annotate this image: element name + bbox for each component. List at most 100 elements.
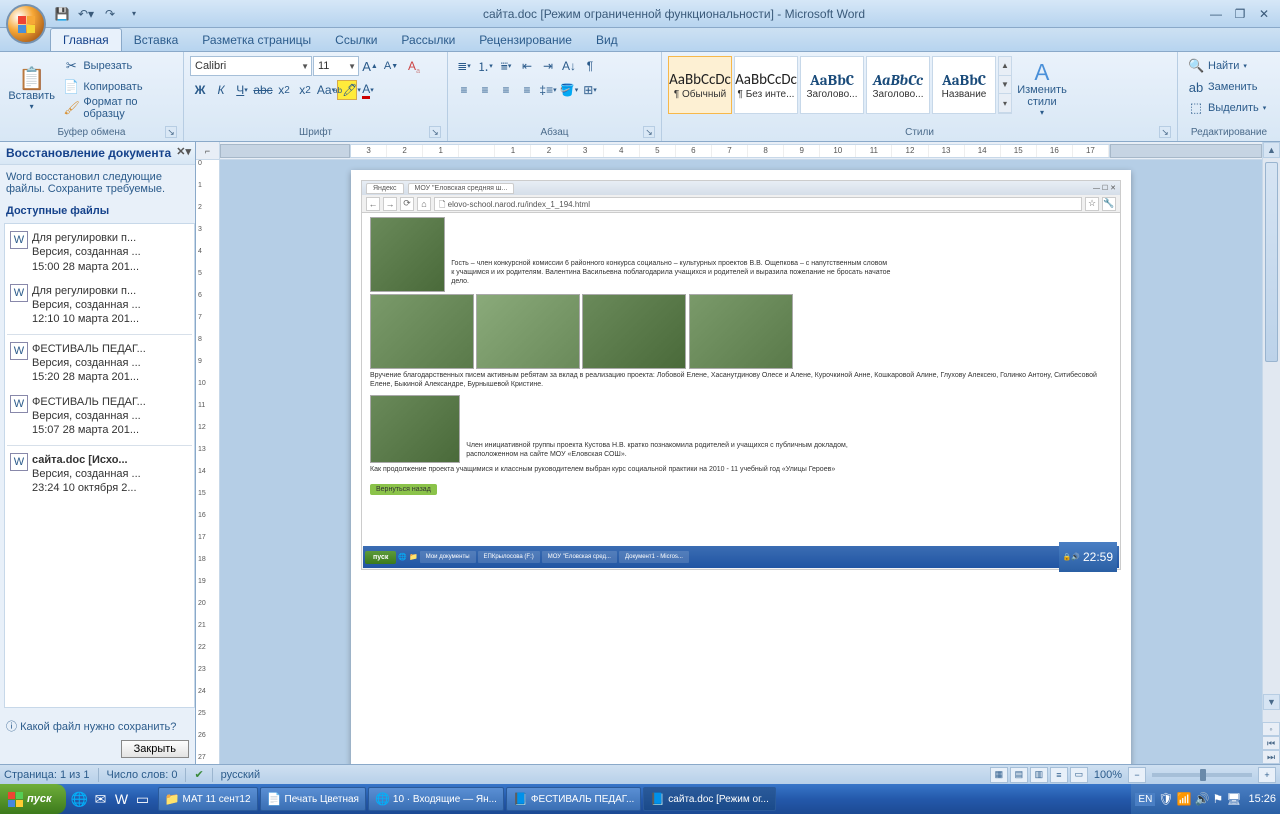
style-nospacing[interactable]: AaBbCcDc¶ Без инте... [734, 56, 798, 114]
ql-word-icon[interactable]: W [112, 787, 132, 811]
font-color-button[interactable]: A▾ [358, 80, 378, 100]
start-button[interactable]: пуск [0, 784, 66, 814]
tray-icon[interactable]: 🛡 [1158, 792, 1173, 806]
grow-font-icon[interactable]: A▲ [360, 56, 380, 76]
recovery-close-button[interactable]: Закрыть [121, 740, 189, 758]
taskbar-item[interactable]: 📘сайта.doc [Режим ог... [643, 787, 776, 811]
view-full-reading[interactable]: ▤ [1010, 767, 1028, 783]
view-draft[interactable]: ▭ [1070, 767, 1088, 783]
para-launcher[interactable]: ↘ [643, 126, 655, 138]
close-button[interactable]: ✕ [1252, 5, 1276, 23]
style-heading2[interactable]: AaBbCcЗаголово... [866, 56, 930, 114]
zoom-level[interactable]: 100% [1094, 769, 1122, 781]
select-button[interactable]: ⬚Выделить▾ [1184, 98, 1270, 118]
zoom-in-button[interactable]: + [1258, 767, 1276, 783]
vertical-scrollbar[interactable]: ▲ ▼ ◦ ⏮ ⏭ [1262, 142, 1280, 764]
recovery-file-item[interactable]: WДля регулировки п...Версия, созданная .… [7, 226, 192, 279]
shading-button[interactable]: 🪣▾ [559, 80, 579, 100]
italic-button[interactable]: К [211, 80, 231, 100]
tray-icon[interactable]: 🖥 [1226, 792, 1241, 806]
show-marks-button[interactable]: ¶ [580, 56, 600, 76]
superscript-button[interactable]: x2 [295, 80, 315, 100]
line-spacing-button[interactable]: ‡≡▾ [538, 80, 558, 100]
copy-button[interactable]: 📄Копировать [59, 77, 177, 97]
replace-button[interactable]: abЗаменить [1184, 77, 1270, 97]
find-button[interactable]: 🔍Найти▾ [1184, 56, 1270, 76]
status-page[interactable]: Страница: 1 из 1 [4, 769, 90, 781]
ql-desktop-icon[interactable]: ▭ [133, 787, 153, 811]
font-launcher[interactable]: ↘ [429, 126, 441, 138]
status-words[interactable]: Число слов: 0 [107, 769, 178, 781]
tray-clock[interactable]: 15:26 [1248, 793, 1276, 805]
multilevel-button[interactable]: ⩸▾ [496, 56, 516, 76]
align-right-button[interactable]: ≡ [496, 80, 516, 100]
office-button[interactable] [6, 4, 46, 44]
align-center-button[interactable]: ≡ [475, 80, 495, 100]
undo-icon[interactable]: ↶▾ [76, 4, 96, 24]
styles-scroll[interactable]: ▲▼▾ [998, 56, 1012, 114]
tray-lang[interactable]: EN [1135, 793, 1155, 806]
recovery-close-icon[interactable]: ✕▾ [176, 145, 191, 158]
clipboard-launcher[interactable]: ↘ [165, 126, 177, 138]
clear-format-icon[interactable]: Aa [402, 56, 422, 76]
tray-icon[interactable]: 🔊 [1195, 792, 1210, 806]
taskbar-item[interactable]: 📘ФЕСТИВАЛЬ ПЕДАГ... [506, 787, 641, 811]
style-normal[interactable]: AaBbCcDc¶ Обычный [668, 56, 732, 114]
sort-button[interactable]: A↓ [559, 56, 579, 76]
prev-page-icon[interactable]: ⏮ [1262, 736, 1280, 750]
strike-button[interactable]: abc [253, 80, 273, 100]
recovery-file-item[interactable]: WДля регулировки п...Версия, созданная .… [7, 279, 192, 332]
style-title[interactable]: AaBbCНазвание [932, 56, 996, 114]
indent-dec-button[interactable]: ⇤ [517, 56, 537, 76]
next-page-icon[interactable]: ⏭ [1262, 750, 1280, 764]
tab-references[interactable]: Ссылки [323, 29, 389, 51]
minimize-button[interactable]: — [1204, 5, 1228, 23]
zoom-out-button[interactable]: − [1128, 767, 1146, 783]
save-icon[interactable]: 💾 [52, 4, 72, 24]
qat-more-icon[interactable]: ▾ [124, 4, 144, 24]
align-left-button[interactable]: ≡ [454, 80, 474, 100]
tab-home[interactable]: Главная [50, 28, 122, 51]
bold-button[interactable]: Ж [190, 80, 210, 100]
status-spell-icon[interactable]: ✔ [194, 768, 203, 781]
highlight-button[interactable]: ab🖊▾ [337, 80, 357, 100]
subscript-button[interactable]: x2 [274, 80, 294, 100]
document-canvas[interactable]: Яндекс МОУ "Еловская средняя ш... — ☐ ✕ … [220, 160, 1262, 764]
tray-icon[interactable]: ⚑ [1212, 792, 1223, 806]
recovery-file-item[interactable]: WФЕСТИВАЛЬ ПЕДАГ...Версия, созданная ...… [7, 390, 192, 443]
view-outline[interactable]: ≡ [1050, 767, 1068, 783]
tray-icon[interactable]: 📶 [1177, 792, 1192, 806]
redo-icon[interactable]: ↷ [100, 4, 120, 24]
taskbar-item[interactable]: 🌐10 · Входящие — Ян... [368, 787, 504, 811]
taskbar-item[interactable]: 📁МАТ 11 сент12 [158, 787, 258, 811]
ql-ie-icon[interactable]: 🌐 [70, 787, 90, 811]
format-painter-button[interactable]: 🖌Формат по образцу [59, 98, 177, 118]
indent-inc-button[interactable]: ⇥ [538, 56, 558, 76]
tab-insert[interactable]: Вставка [122, 29, 191, 51]
recovery-file-item[interactable]: Wсайта.doc [Исхо...Версия, созданная ...… [7, 448, 192, 501]
font-size-combo[interactable]: 11▼ [313, 56, 359, 76]
style-heading1[interactable]: AaBbCЗаголово... [800, 56, 864, 114]
browse-object-icon[interactable]: ◦ [1262, 722, 1280, 736]
view-print-layout[interactable]: ▦ [990, 767, 1008, 783]
status-lang[interactable]: русский [221, 769, 260, 781]
numbering-button[interactable]: ⒈▾ [475, 56, 495, 76]
tab-pagelayout[interactable]: Разметка страницы [190, 29, 323, 51]
borders-button[interactable]: ⊞▾ [580, 80, 600, 100]
view-web[interactable]: ▥ [1030, 767, 1048, 783]
tab-review[interactable]: Рецензирование [467, 29, 584, 51]
taskbar-item[interactable]: 📄Печать Цветная [260, 787, 366, 811]
maximize-button[interactable]: ❐ [1228, 5, 1252, 23]
styles-launcher[interactable]: ↘ [1159, 126, 1171, 138]
zoom-slider[interactable] [1152, 773, 1252, 777]
cut-button[interactable]: ✂Вырезать [59, 56, 177, 76]
system-tray[interactable]: EN 🛡 📶 🔊 ⚑ 🖥 15:26 [1131, 784, 1280, 814]
justify-button[interactable]: ≡ [517, 80, 537, 100]
recovery-file-item[interactable]: WФЕСТИВАЛЬ ПЕДАГ...Версия, созданная ...… [7, 337, 192, 390]
ql-mail-icon[interactable]: ✉ [91, 787, 111, 811]
bullets-button[interactable]: ≣▾ [454, 56, 474, 76]
shrink-font-icon[interactable]: A▼ [381, 56, 401, 76]
paste-button[interactable]: 📋Вставить▾ [6, 56, 57, 122]
tab-view[interactable]: Вид [584, 29, 630, 51]
font-name-combo[interactable]: Calibri▼ [190, 56, 312, 76]
